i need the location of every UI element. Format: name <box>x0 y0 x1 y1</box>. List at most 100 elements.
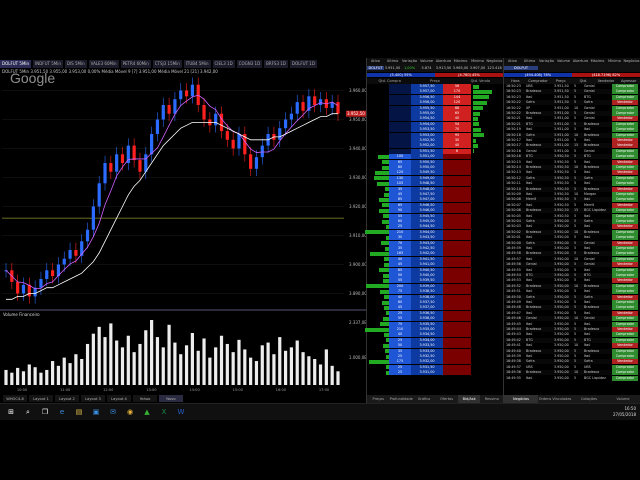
price-cell[interactable]: 3.932,00 <box>411 359 443 365</box>
buy-qty-cell[interactable]: 130 <box>389 175 411 181</box>
buy-qty-cell[interactable]: 25 <box>389 364 411 370</box>
bid-row[interactable]: 40 3.941,50 <box>367 256 503 262</box>
tape-row[interactable]: 16:49:52 Bradesco 3.950,00 10 Bradesco Compra… <box>504 283 640 289</box>
sell-qty-cell[interactable] <box>443 159 471 165</box>
buy-qty-cell[interactable]: 100 <box>389 154 411 160</box>
price-cell[interactable]: 3.935,00 <box>411 327 443 332</box>
chart-tab[interactable]: CIEL3 1D <box>212 60 235 68</box>
tape-row[interactable]: 16:49:53 Itaú 3.950,00 5 Itaú Vendedor <box>504 278 640 284</box>
buy-qty-cell[interactable]: 45 <box>389 305 411 311</box>
edge-icon[interactable]: e <box>57 407 67 417</box>
bid-row[interactable]: 25 3.931,50 <box>367 364 503 370</box>
price-cell[interactable]: 3.951,50 <box>411 148 443 154</box>
sell-qty-cell[interactable]: 95 <box>443 132 471 138</box>
sell-qty-cell[interactable] <box>443 192 471 197</box>
ask-row[interactable]: 3.954,50 40 <box>367 116 503 122</box>
sell-qty-cell[interactable]: 30 <box>443 138 471 143</box>
sell-qty-cell[interactable] <box>443 370 471 376</box>
book-tab[interactable]: Preços <box>367 395 390 403</box>
buy-qty-cell[interactable] <box>389 105 411 111</box>
price-cell[interactable]: 3.946,00 <box>411 208 443 214</box>
price-cell[interactable]: 3.950,50 <box>411 159 443 165</box>
tape-row[interactable]: 16:49:44 Bradesco 3.950,00 5 Bradesco Vendedo… <box>504 327 640 332</box>
price-cell[interactable]: 3.955,50 <box>411 105 443 111</box>
bid-row[interactable]: 75 3.938,50 <box>367 289 503 295</box>
bid-row[interactable]: 175 3.932,00 <box>367 359 503 365</box>
price-cell[interactable]: 3.931,00 <box>411 370 443 376</box>
ask-row[interactable]: 3.957,00 170 <box>367 89 503 95</box>
tape-row[interactable]: 16:50:00 Safra 3.950,00 5 Genial Vendedor <box>504 240 640 246</box>
buy-qty-cell[interactable]: 200 <box>389 283 411 289</box>
price-cell[interactable]: 3.948,00 <box>411 186 443 192</box>
tape-row[interactable]: 16:49:36 Bradesco 3.950,00 10 Bradesco Compra… <box>504 370 640 376</box>
bid-row[interactable]: 40 3.938,00 <box>367 294 503 300</box>
tape-row[interactable]: 16:50:19 Itaú 3.951,00 5 Itaú Comprador <box>504 127 640 133</box>
bid-row[interactable]: 65 3.946,50 <box>367 202 503 208</box>
tape-row[interactable]: 16:50:16 Genial 3.951,00 5 Genial Comprador <box>504 148 640 154</box>
sell-qty-cell[interactable] <box>443 170 471 176</box>
price-cell[interactable]: 3.939,50 <box>411 278 443 284</box>
price-cell[interactable]: 3.942,00 <box>411 251 443 257</box>
ask-row[interactable]: 3.955,50 88 <box>367 105 503 111</box>
buy-qty-cell[interactable] <box>389 84 411 89</box>
tape-row[interactable]: 16:49:51 Itaú 3.950,00 5 Itaú Comprador <box>504 289 640 295</box>
sell-qty-cell[interactable] <box>443 235 471 241</box>
price-cell[interactable]: 3.945,50 <box>411 213 443 219</box>
tape-row[interactable]: 16:49:37 UBS 3.950,00 5 UBS Comprador <box>504 364 640 370</box>
bid-row[interactable]: 40 3.934,50 <box>367 332 503 338</box>
tape-row[interactable]: 16:50:07 Itaú 3.950,50 5 Merrill Vendedor <box>504 202 640 208</box>
bid-row[interactable]: 55 3.936,00 <box>367 316 503 322</box>
tape-row[interactable]: 16:50:11 Itaú 3.950,50 5 Itaú Comprador <box>504 181 640 187</box>
ask-row[interactable]: 3.952,00 40 <box>367 143 503 149</box>
sell-qty-cell[interactable]: 120 <box>443 100 471 106</box>
bid-row[interactable]: 60 3.945,00 <box>367 219 503 224</box>
sell-qty-cell[interactable] <box>443 321 471 327</box>
buy-qty-cell[interactable]: 175 <box>389 359 411 365</box>
bid-row[interactable]: 35 3.948,00 <box>367 186 503 192</box>
bid-row[interactable]: 85 3.940,50 <box>367 267 503 273</box>
search-icon[interactable]: ⌕ <box>23 407 33 417</box>
sell-qty-cell[interactable]: 40 <box>443 116 471 122</box>
sell-qty-cell[interactable] <box>443 283 471 289</box>
price-cell[interactable]: 3.934,00 <box>411 337 443 343</box>
price-cell[interactable]: 3.934,50 <box>411 332 443 338</box>
bid-row[interactable]: 35 3.933,00 <box>367 348 503 354</box>
buy-qty-cell[interactable]: 60 <box>389 165 411 170</box>
buy-qty-cell[interactable] <box>389 138 411 143</box>
mail-icon[interactable]: ✉ <box>108 407 118 417</box>
bid-row[interactable]: 45 3.941,00 <box>367 262 503 268</box>
tape-row[interactable]: 16:50:17 Bradesco 3.951,00 15 Bradesco Vended… <box>504 143 640 149</box>
price-cell[interactable]: 3.943,00 <box>411 240 443 246</box>
buy-qty-cell[interactable]: 25 <box>389 337 411 343</box>
tape-row[interactable]: 16:50:23 Itaú 3.951,50 5 BTG Comprador <box>504 94 640 100</box>
sell-qty-cell[interactable] <box>443 246 471 251</box>
tape-row[interactable]: 16:49:41 Itaú 3.950,00 10 Itaú Vendedor <box>504 343 640 349</box>
ask-row[interactable]: 3.956,50 144 <box>367 94 503 100</box>
tape-row[interactable]: 16:49:46 Genial 3.950,00 10 Genial Comprador <box>504 316 640 322</box>
tape-row[interactable]: 16:50:21 Itaú 3.951,00 5 Genial Vendedor <box>504 116 640 122</box>
tape-row[interactable]: 16:50:13 Itaú 3.950,50 5 Itaú Vendedor <box>504 170 640 176</box>
buy-qty-cell[interactable]: 55 <box>389 278 411 284</box>
ask-row[interactable]: 3.952,50 30 <box>367 138 503 143</box>
bid-row[interactable]: 30 3.943,50 <box>367 235 503 241</box>
tape-tab[interactable]: Ordens Vinculadas <box>538 395 572 403</box>
buy-qty-cell[interactable]: 30 <box>389 235 411 241</box>
bid-row[interactable]: 55 3.939,50 <box>367 278 503 284</box>
store-icon[interactable]: ▣ <box>91 407 101 417</box>
price-cell[interactable]: 3.932,50 <box>411 354 443 359</box>
price-cell[interactable]: 3.940,50 <box>411 267 443 273</box>
tape-row[interactable]: 16:50:14 Bradesco 3.950,50 10 Bradesco Compra… <box>504 165 640 170</box>
book-tab[interactable]: Gráfico <box>413 395 436 403</box>
buy-qty-cell[interactable]: 105 <box>389 181 411 187</box>
price-cell[interactable]: 3.949,50 <box>411 170 443 176</box>
sell-qty-cell[interactable]: 65 <box>443 111 471 116</box>
sell-qty-cell[interactable] <box>443 229 471 235</box>
price-cell[interactable]: 3.943,50 <box>411 235 443 241</box>
price-cell[interactable]: 3.941,50 <box>411 256 443 262</box>
ask-row[interactable]: 3.953,00 95 <box>367 132 503 138</box>
sell-qty-cell[interactable] <box>443 186 471 192</box>
tape-row[interactable]: 16:50:23 Bradesco 3.951,50 5 Genial Comprador <box>504 89 640 95</box>
price-cell[interactable]: 3.953,00 <box>411 132 443 138</box>
book-symbol[interactable]: DOLFUT <box>367 66 384 70</box>
tape-row[interactable]: 16:49:59 Itaú 3.950,00 5 Itaú Comprador <box>504 246 640 251</box>
